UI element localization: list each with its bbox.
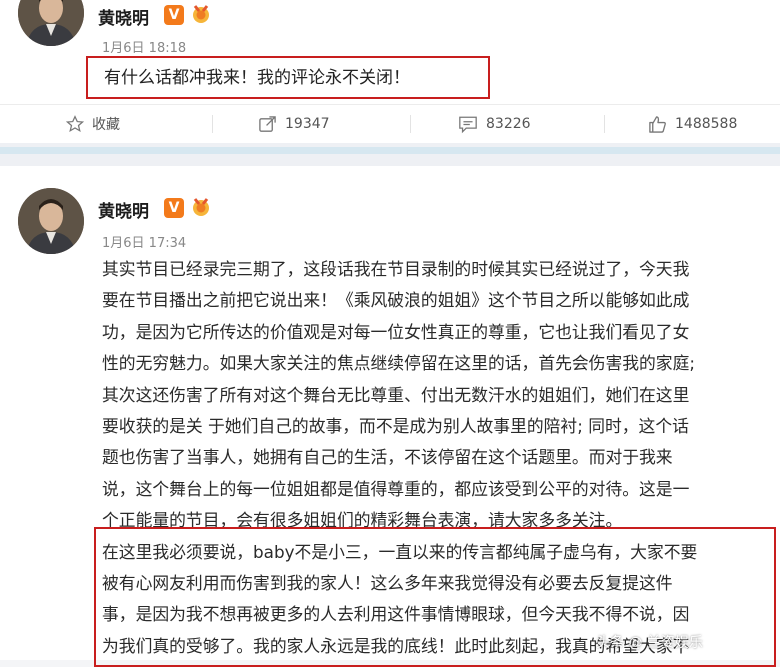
- post-line: 性的无穷魅力。如果大家关注的焦点继续停留在这里的话，首先会伤害我的家庭;: [102, 353, 696, 374]
- favorite-label: 收藏: [92, 117, 120, 133]
- star-icon: [66, 115, 84, 133]
- post-time[interactable]: 1月6日 17:34: [102, 232, 186, 251]
- repost-count: 19347: [285, 116, 330, 132]
- vip-badge-icon: V: [164, 198, 184, 218]
- action-separator: [410, 115, 411, 133]
- medal-badge-icon: [193, 198, 209, 216]
- comment-count: 83226: [486, 116, 531, 132]
- action-bar: 收藏 19347 83226 1488588: [0, 104, 780, 143]
- vip-badge-icon: V: [164, 5, 184, 25]
- watermark: 头条 @ 兰姿娱乐: [596, 635, 703, 651]
- like-button[interactable]: 1488588: [648, 105, 737, 143]
- avatar[interactable]: [18, 188, 84, 254]
- action-separator: [604, 115, 605, 133]
- favorite-button[interactable]: 收藏: [66, 105, 120, 143]
- post-line: 说，这个舞台上的每一位姐姐都是值得尊重的，都应该受到公平的对待。这是一: [102, 478, 690, 499]
- weibo-post-1: 黄晓明 V 1月6日 18:18 有什么话都冲我来！我的评论永不关闭！ 收藏 1…: [0, 0, 780, 143]
- medal-badge-icon: [193, 5, 209, 23]
- post-time[interactable]: 1月6日 18:18: [102, 37, 186, 56]
- post-line: 要收获的是关 于她们自己的故事，而不是成为别人故事里的陪衬; 同时，这个话: [102, 415, 689, 436]
- action-separator: [212, 115, 213, 133]
- repost-button[interactable]: 19347: [258, 105, 330, 143]
- comment-button[interactable]: 83226: [458, 105, 531, 143]
- author-name[interactable]: 黄晓明: [98, 197, 149, 222]
- author-name[interactable]: 黄晓明: [98, 4, 149, 29]
- comment-icon: [459, 116, 477, 133]
- post-line: 其次这还伤害了所有对这个舞台无比尊重、付出无数汗水的姐姐们，她们在这里: [102, 384, 690, 405]
- avatar[interactable]: [18, 0, 84, 46]
- feed-divider: [0, 143, 780, 166]
- post-line: 要在节目播出之前把它说出来！《乘风破浪的姐姐》这个节目之所以能够如此成: [102, 290, 690, 311]
- repost-icon: [259, 115, 276, 132]
- post-text: 有什么话都冲我来！我的评论永不关闭！: [104, 68, 410, 88]
- post-line: 其实节目已经录完三期了，这段话我在节目录制的时候其实已经说过了，今天我: [102, 259, 690, 279]
- thumbs-up-icon: [649, 115, 666, 133]
- post-line: 题也伤害了当事人，她拥有自己的生活，不该停留在这个话题里。而对于我来: [102, 447, 673, 468]
- post-line: 功，是因为它所传达的价值观是对每一位女性真正的尊重，它也让我们看见了女: [102, 321, 690, 342]
- like-count: 1488588: [675, 116, 738, 132]
